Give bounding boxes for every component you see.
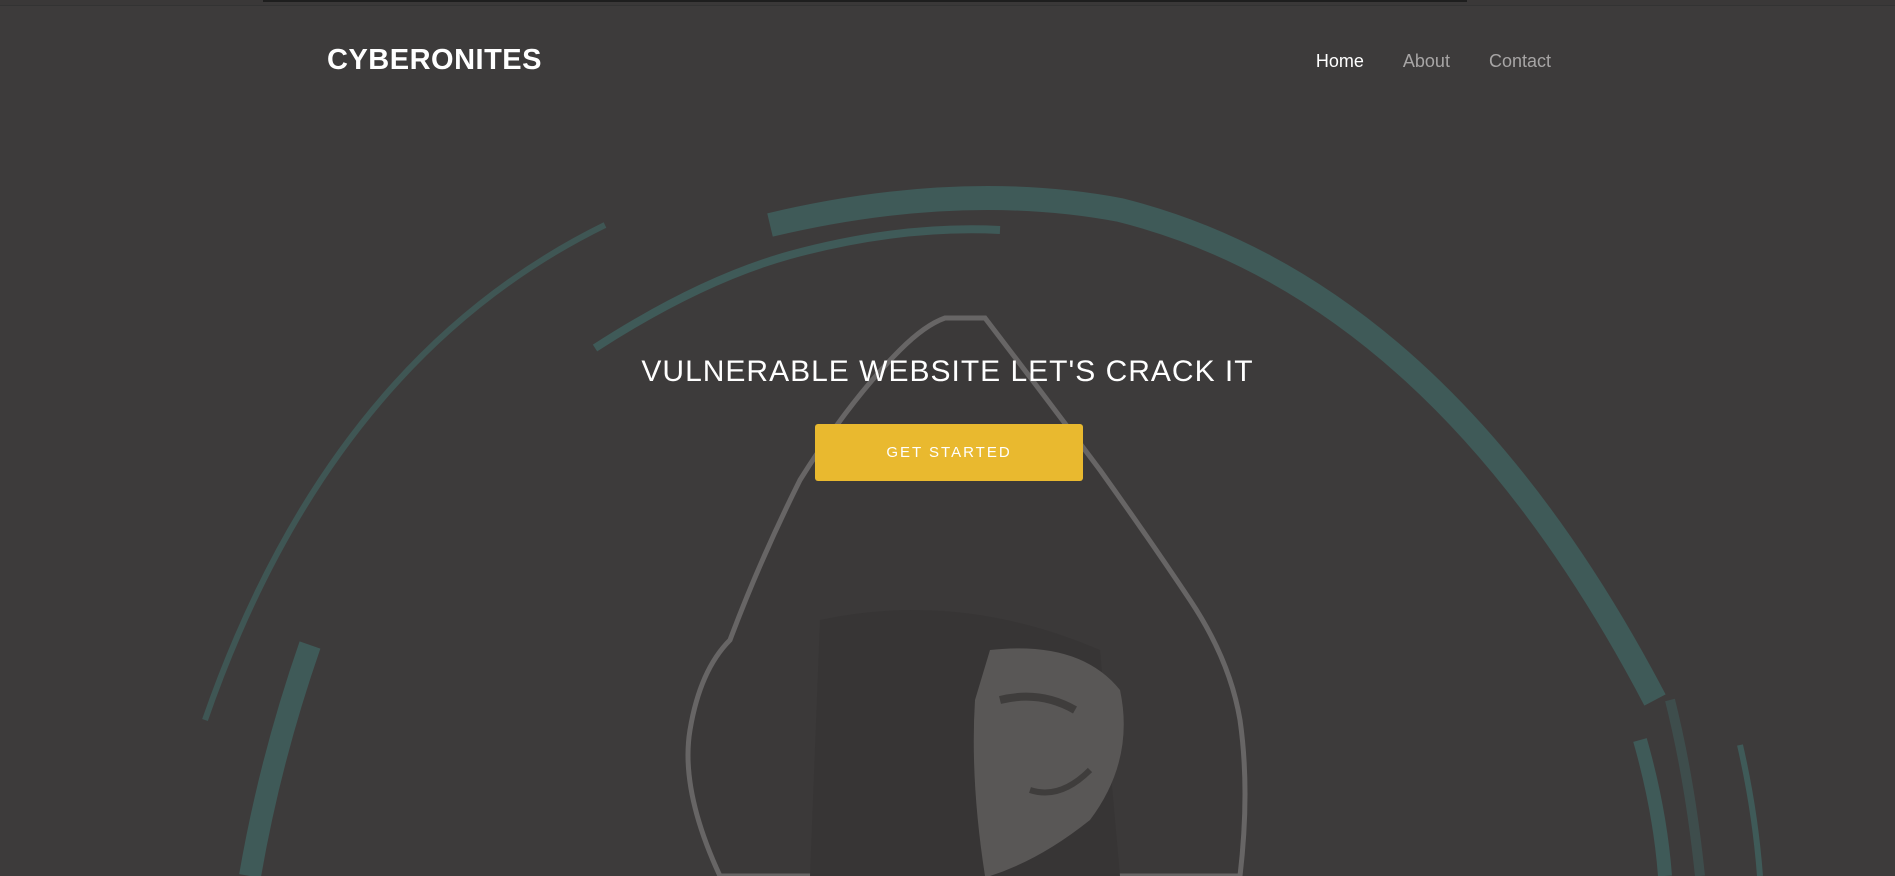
nav-links: Home About Contact xyxy=(1316,51,1551,72)
get-started-button[interactable]: GET STARTED xyxy=(815,424,1083,481)
hero-title: VULNERABLE WEBSITE LET'S CRACK IT xyxy=(641,355,1254,388)
hooded-figure xyxy=(685,315,1248,876)
top-navbar: CYBERONITES Home About Contact xyxy=(0,0,1895,120)
nav-about-link[interactable]: About xyxy=(1403,51,1450,72)
nav-home-link[interactable]: Home xyxy=(1316,51,1364,72)
landing-page: CYBERONITES Home About Contact VULNERABL… xyxy=(0,0,1895,876)
brand-logo[interactable]: CYBERONITES xyxy=(327,44,542,77)
nav-contact-link[interactable]: Contact xyxy=(1489,51,1551,72)
